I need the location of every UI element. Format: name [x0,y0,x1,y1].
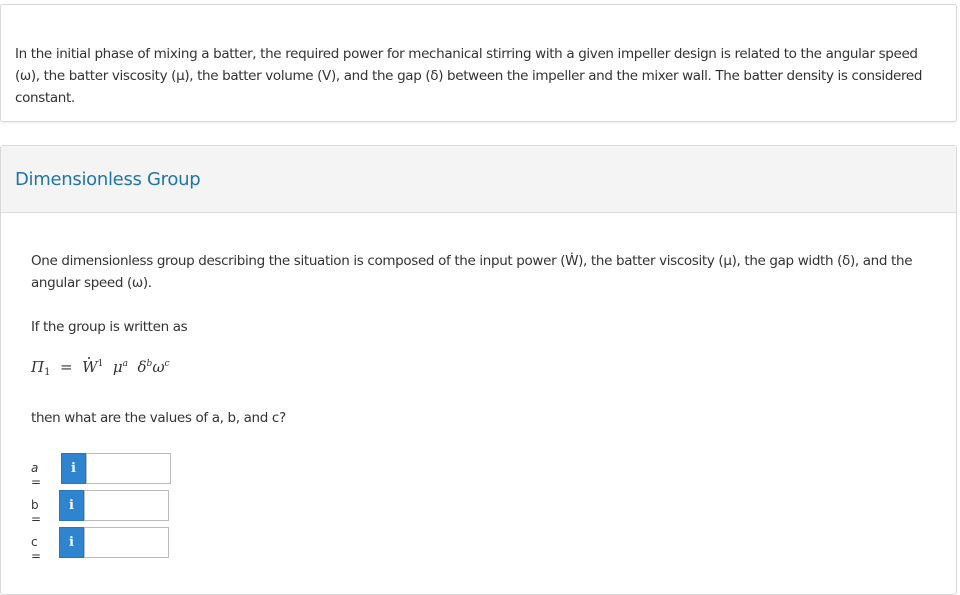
eq-pi-sub: 1 [44,367,51,378]
eq-delta: δ [137,358,147,376]
question-section: Dimensionless Group One dimensionless gr… [0,145,957,595]
answer-label-b: b = [31,498,42,526]
problem-statement: In the initial phase of mixing a batter,… [15,46,923,106]
info-button-b[interactable]: i [59,490,84,521]
section-title: Dimensionless Group [15,169,201,190]
eq-omega-exp: c [164,359,170,369]
answer-input-b[interactable] [84,490,169,521]
answer-label-a: a = [31,461,42,489]
group-intro-text: If the group is written as [31,319,188,335]
answer-label-c: c = [31,535,42,563]
dimensionless-group-equation: Π1 = W1 μa δbωc [31,357,170,378]
eq-equals: = [60,358,73,376]
answer-input-c[interactable] [84,527,169,558]
info-button-c[interactable]: i [59,527,84,558]
eq-mu-exp: a [122,359,128,369]
question-prompt: then what are the values of a, b, and c? [31,410,286,426]
question-text: One dimensionless group describing the s… [31,253,913,291]
eq-omega: ω [152,358,165,376]
info-button-a[interactable]: i [61,453,86,484]
eq-w-exp: 1 [97,359,104,369]
intro-card: In the initial phase of mixing a batter,… [0,4,957,122]
eq-w-dot: W [82,357,98,376]
eq-mu: μ [112,358,123,376]
eq-pi: Π [31,358,45,376]
answer-input-a[interactable] [86,453,171,484]
section-header: Dimensionless Group [1,146,956,213]
